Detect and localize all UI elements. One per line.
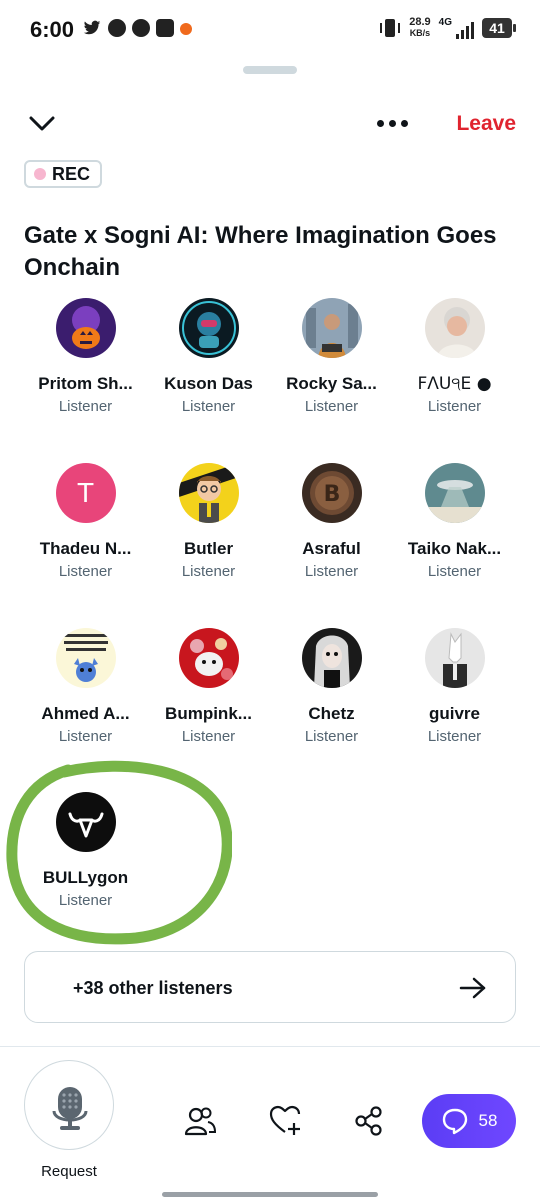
status-bar: 6:00 28.9 KB/s 4G 41 [0, 0, 540, 60]
listener-card[interactable]: Bumpink... Listener [147, 628, 270, 745]
net-speed: 28.9 KB/s [409, 17, 430, 39]
net-speed-unit: KB/s [409, 28, 431, 38]
listener-card[interactable]: Pritom Sh... Listener [24, 298, 147, 415]
cartoon-boy-avatar [178, 463, 239, 523]
listener-name: Rocky Sa... [286, 374, 377, 393]
listener-name: Butler [183, 539, 234, 558]
chevron-down-icon[interactable] [28, 112, 56, 134]
listener-name: Asraful [302, 539, 361, 558]
highlight-annotation [6, 760, 232, 945]
share-icon[interactable] [352, 1104, 386, 1138]
chat-button[interactable]: 58 [422, 1094, 516, 1148]
twitter-icon [83, 20, 101, 35]
listener-role: Listener [181, 728, 236, 745]
home-indicator[interactable] [162, 1192, 378, 1197]
listener-name: Taiko Nak... [407, 539, 502, 558]
red-toy-avatar [178, 628, 239, 688]
telegram-icon [132, 19, 150, 37]
listener-card[interactable]: Ahmed A... Listener [24, 628, 147, 745]
listener-card[interactable]: B Asraful Listener [270, 463, 393, 580]
facebook-icon [156, 19, 174, 37]
chat-bubble-icon [442, 1108, 467, 1135]
listener-name: FΛU੧E ● [417, 374, 492, 394]
svg-text:B: B [323, 482, 340, 507]
listener-role: Listener [304, 563, 359, 580]
rec-label: REC [52, 163, 91, 184]
listener-card[interactable]: Butler Listener [147, 463, 270, 580]
stitch-quote-avatar [55, 628, 116, 688]
listener-name: Chetz [308, 704, 355, 723]
listener-name: Ahmed A... [41, 704, 130, 723]
microphone-icon [52, 1087, 88, 1130]
chat-count: 58 [478, 1111, 498, 1130]
listener-name: Bumpink... [165, 704, 252, 723]
listener-role: Listener [58, 563, 113, 580]
listener-card[interactable]: Taiko Nak... Listener [393, 463, 516, 580]
listener-card[interactable]: FΛU੧E ● Listener [393, 298, 516, 415]
leave-button[interactable]: Leave [456, 112, 516, 136]
drag-handle[interactable] [243, 66, 297, 74]
listener-name: Thadeu N... [39, 539, 132, 558]
divider [0, 1046, 540, 1047]
notification-icons [82, 19, 192, 37]
listener-role: Listener [304, 398, 359, 415]
ufo-landscape-avatar [424, 463, 485, 523]
battery-icon: 41 [482, 18, 516, 38]
listener-name: Pritom Sh... [38, 374, 133, 393]
request-mic-button[interactable] [24, 1060, 114, 1150]
listener-card[interactable]: T Thadeu N... Listener [24, 463, 147, 580]
arrow-right-icon [459, 977, 486, 999]
other-listeners-label: +38 other listeners [73, 978, 233, 998]
robot-avatar [178, 298, 239, 358]
gothic-girl-avatar [301, 628, 362, 688]
city-portrait-avatar [301, 298, 362, 358]
dot [389, 119, 396, 127]
dot [401, 119, 408, 127]
listener-name: guivre [428, 704, 481, 723]
messenger-icon [108, 19, 126, 37]
elderly-woman-avatar [424, 298, 485, 358]
network-type: 4G [438, 17, 452, 28]
rec-dot-icon [34, 168, 46, 180]
halloween-pumpkin-avatar [55, 298, 116, 358]
vibrate-icon [380, 19, 401, 37]
recording-badge: REC [24, 160, 102, 188]
listener-role: Listener [427, 728, 482, 745]
other-listeners-button[interactable]: +38 other listeners [24, 951, 516, 1023]
listener-card[interactable]: guivre Listener [393, 628, 516, 745]
listener-role: Listener [58, 728, 113, 745]
system-status: 28.9 KB/s 4G 41 [379, 16, 516, 40]
listener-role: Listener [304, 728, 359, 745]
white-horse-avatar [424, 628, 485, 688]
listener-card[interactable]: Chetz Listener [270, 628, 393, 745]
status-time: 6:00 [30, 17, 75, 42]
net-speed-value: 28.9 [409, 16, 431, 28]
listener-card[interactable]: Rocky Sa... Listener [270, 298, 393, 415]
listener-name: Kuson Das [164, 374, 253, 393]
listener-role: Listener [181, 398, 236, 415]
bitcoin-coin-avatar: B [301, 463, 362, 523]
more-options-button[interactable] [377, 113, 413, 133]
space-title: Gate x Sogni AI: Where Imagination Goes … [24, 222, 497, 281]
signal-icon: 4G [439, 17, 474, 39]
reddit-icon [180, 23, 192, 35]
dot [377, 119, 384, 127]
listener-role: Listener [427, 563, 482, 580]
request-label: Request [41, 1163, 97, 1180]
listener-role: Listener [58, 398, 113, 415]
listener-card[interactable]: Kuson Das Listener [147, 298, 270, 415]
listener-role: Listener [181, 563, 236, 580]
heart-plus-icon[interactable] [268, 1104, 302, 1138]
people-icon[interactable] [183, 1104, 217, 1138]
letter-avatar: T [55, 463, 116, 523]
listener-role: Listener [427, 398, 482, 415]
